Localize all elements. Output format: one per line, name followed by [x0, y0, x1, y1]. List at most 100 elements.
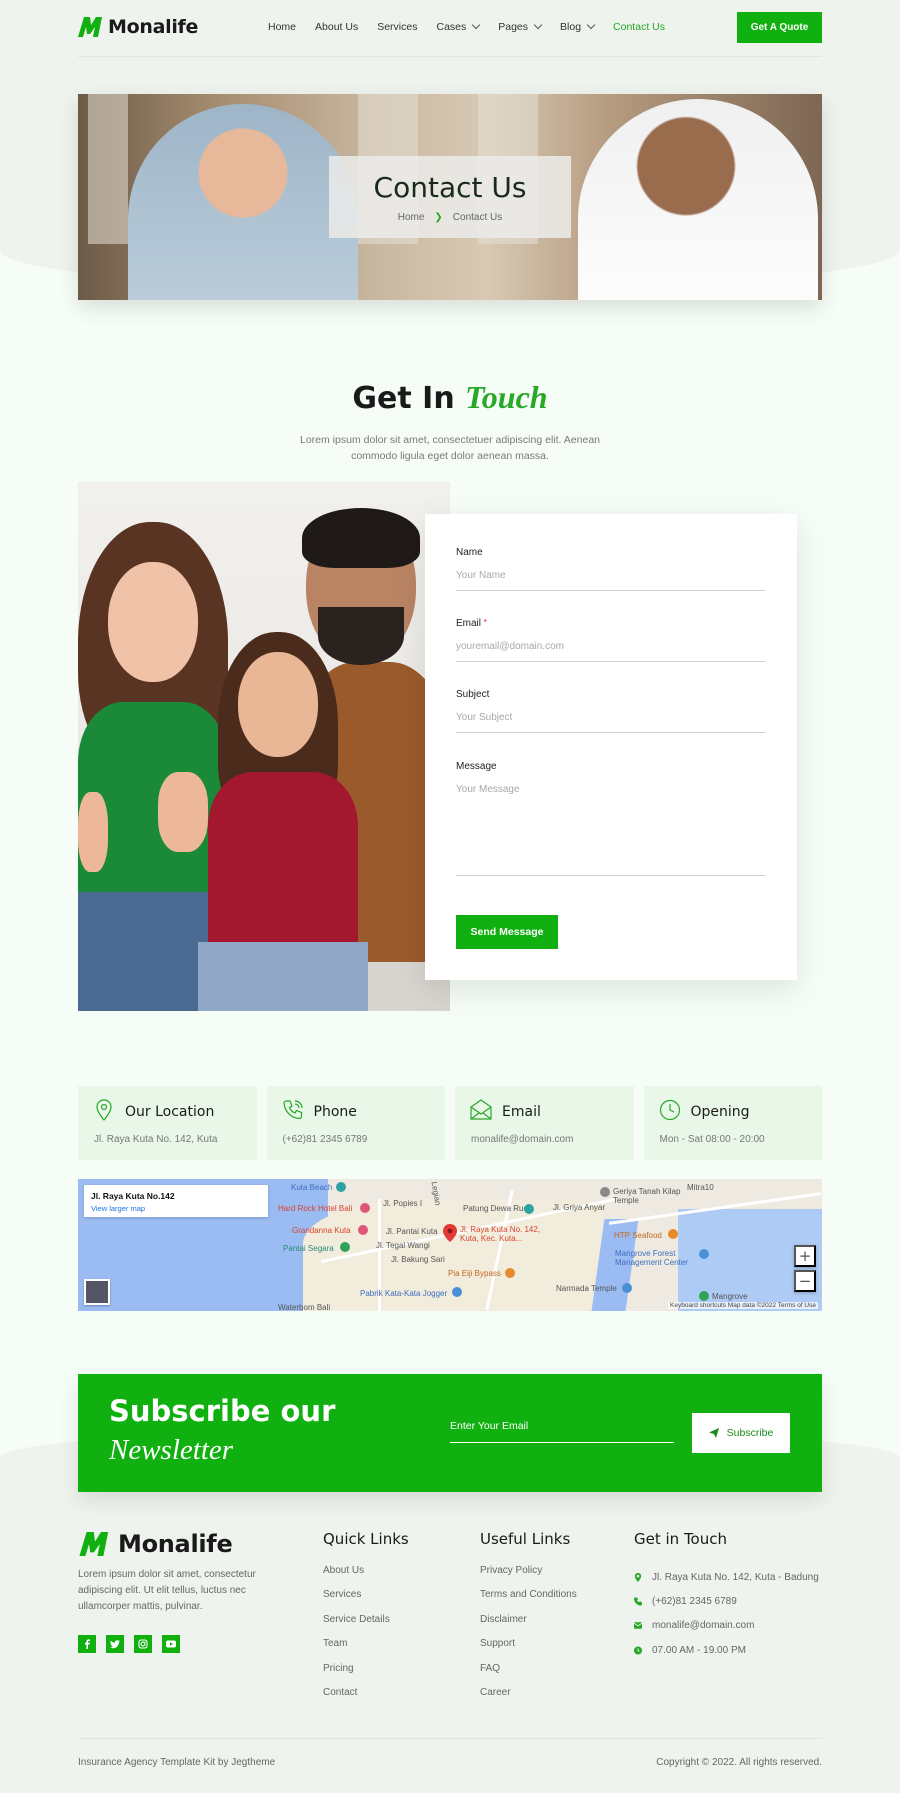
nav-services[interactable]: Services	[377, 21, 417, 33]
message-textarea[interactable]	[456, 772, 765, 876]
map-poi-icon[interactable]	[360, 1203, 370, 1213]
footer-link[interactable]: FAQ	[480, 1663, 577, 1687]
info-card-title: Phone	[313, 1104, 357, 1120]
twitter-icon[interactable]	[106, 1635, 124, 1653]
logo-text: Monalife	[108, 16, 199, 38]
map-place-label: HTP Seafood	[614, 1231, 662, 1240]
footer-link[interactable]: Service Details	[323, 1614, 409, 1638]
info-card-text: Jl. Raya Kuta No. 142, Kuta	[94, 1134, 218, 1145]
instagram-icon[interactable]	[134, 1635, 152, 1653]
subscribe-button[interactable]: Subscribe	[692, 1413, 790, 1453]
nav-label: About Us	[315, 21, 359, 33]
map-poi-icon[interactable]	[699, 1249, 709, 1259]
google-map[interactable]: Kuta Beach Hard Rock Hotel Bali Grandann…	[78, 1179, 822, 1311]
main-nav: Home About Us Services Cases Pages Blog …	[268, 20, 684, 33]
footer-link[interactable]: Career	[480, 1687, 577, 1711]
footer-divider	[78, 1738, 822, 1739]
footer-link[interactable]: Team	[323, 1638, 409, 1662]
map-poi-icon[interactable]	[452, 1287, 462, 1297]
subject-input[interactable]	[456, 700, 765, 733]
logo-mark-icon	[78, 17, 104, 37]
girl-body	[208, 772, 358, 952]
nav-label: Cases	[436, 21, 467, 33]
zoom-out-button[interactable]: −	[794, 1270, 816, 1292]
email-input[interactable]	[456, 629, 765, 662]
chevron-right-icon: ❯	[434, 212, 443, 223]
map-poi-icon[interactable]	[358, 1225, 368, 1235]
footer-link[interactable]: Support	[480, 1638, 577, 1662]
map-poi-icon[interactable]	[524, 1204, 534, 1214]
map-place-label: Mitra10	[687, 1183, 714, 1192]
map-poi-icon[interactable]	[600, 1187, 610, 1197]
get-a-quote-button[interactable]: Get A Quote	[737, 12, 822, 43]
map-poi-icon[interactable]	[622, 1283, 632, 1293]
logo-mark-icon	[78, 1532, 112, 1556]
photo-girl	[198, 632, 368, 1011]
map-place-label: Narmada Temple	[556, 1284, 617, 1293]
map-poi-icon[interactable]	[336, 1182, 346, 1192]
page-title: Contact Us	[373, 171, 527, 204]
footer-logo[interactable]: Monalife	[78, 1530, 233, 1558]
clock-icon	[659, 1099, 680, 1121]
map-poi-icon[interactable]	[340, 1242, 350, 1252]
email-label-text: Email	[456, 618, 482, 629]
nav-about-us[interactable]: About Us	[315, 21, 358, 33]
satellite-toggle-button[interactable]	[84, 1279, 110, 1305]
map-poi-icon[interactable]	[668, 1229, 678, 1239]
logo[interactable]: Monalife	[78, 16, 198, 38]
youtube-icon[interactable]	[162, 1635, 180, 1653]
info-card-title: Opening	[690, 1104, 750, 1120]
chevron-down-icon	[586, 20, 596, 30]
map-place-label: Geriya Tanah Kilap Temple	[613, 1187, 681, 1205]
footer-link[interactable]: Disclaimer	[480, 1614, 577, 1638]
map-place-label: Waterbom Bali	[278, 1303, 331, 1311]
footer-contact-email: monalife@domain.com	[634, 1614, 819, 1638]
nav-cases[interactable]: Cases	[436, 20, 481, 33]
map-poi-icon[interactable]	[699, 1291, 709, 1301]
footer-contact-address: Jl. Raya Kuta No. 142, Kuta - Badung	[634, 1565, 819, 1589]
message-label: Message	[456, 761, 497, 772]
hero-banner: Contact Us Home ❯ Contact Us	[78, 94, 822, 300]
nav-pages[interactable]: Pages	[498, 20, 543, 33]
send-icon	[708, 1428, 719, 1438]
newsletter-email-input[interactable]	[450, 1414, 674, 1443]
map-place-label: Grandanna Kuta	[292, 1226, 351, 1235]
zoom-in-button[interactable]: +	[794, 1245, 816, 1267]
nav-label: Blog	[560, 21, 582, 33]
nav-label: Services	[377, 21, 418, 33]
nav-label: Pages	[498, 21, 529, 33]
info-card-text: monalife@domain.com	[471, 1134, 574, 1145]
nav-contact-us[interactable]: Contact Us	[613, 21, 665, 33]
footer-link[interactable]: Privacy Policy	[480, 1565, 577, 1589]
footer-link[interactable]: About Us	[323, 1565, 409, 1589]
envelope-icon	[470, 1099, 492, 1120]
info-card-text: Mon - Sat 08:00 - 20:00	[659, 1134, 765, 1145]
girl-face	[238, 652, 318, 757]
map-street-label: Jl. Griya Anyar	[553, 1203, 606, 1212]
nav-home[interactable]: Home	[268, 21, 296, 33]
phone-icon	[282, 1100, 303, 1120]
footer-link[interactable]: Contact	[323, 1687, 409, 1711]
send-message-button[interactable]: Send Message	[456, 915, 558, 949]
map-marker-label: Jl. Raya Kuta No. 142, Kuta, Kec. Kuta..…	[460, 1225, 541, 1243]
footer-link[interactable]: Services	[323, 1589, 409, 1613]
breadcrumb-home[interactable]: Home	[398, 212, 425, 223]
footer-link[interactable]: Pricing	[323, 1663, 409, 1687]
footer-about-text: Lorem ipsum dolor sit amet, consectetur …	[78, 1569, 256, 1612]
view-larger-map-link[interactable]: View larger map	[91, 1204, 145, 1213]
map-attribution[interactable]: Keyboard shortcuts Map data ©2022 Terms …	[668, 1302, 818, 1309]
clock-icon	[634, 1646, 642, 1655]
info-card-phone: Phone (+62)81 2345 6789	[266, 1086, 445, 1160]
map-poi-icon[interactable]	[505, 1268, 515, 1278]
footer-copyright: Copyright © 2022. All rights reserved.	[656, 1757, 822, 1768]
footer-contact-text: monalife@domain.com	[652, 1620, 755, 1632]
map-street-label: Jl. Tegal Wangi	[376, 1241, 430, 1250]
map-marker-icon[interactable]	[443, 1224, 457, 1242]
footer-column-title: Useful Links	[480, 1530, 571, 1548]
hero-person-image	[578, 99, 818, 300]
facebook-icon[interactable]	[78, 1635, 96, 1653]
waving-hand	[78, 792, 108, 872]
name-input[interactable]	[456, 558, 765, 591]
nav-blog[interactable]: Blog	[560, 20, 596, 33]
footer-link[interactable]: Terms and Conditions	[480, 1589, 577, 1613]
